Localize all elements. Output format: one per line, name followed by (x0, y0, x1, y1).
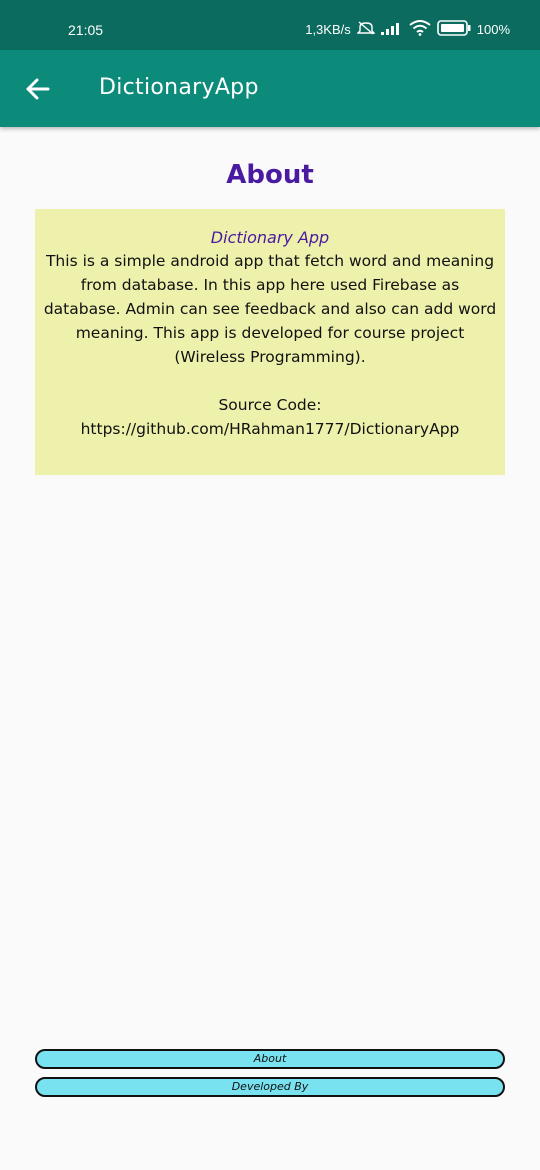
card-title: Dictionary App (210, 228, 330, 247)
arrow-left-icon (26, 78, 50, 100)
app-bar: DictionaryApp (0, 50, 540, 127)
wifi-icon (409, 20, 431, 39)
source-code-link[interactable]: https://github.com/HRahman1777/Dictionar… (35, 417, 505, 441)
battery-level: 100% (476, 22, 510, 37)
card-description: This is a simple android app that fetch … (43, 252, 497, 366)
back-button[interactable] (22, 74, 54, 104)
developed-by-button[interactable]: Developed By (35, 1077, 505, 1097)
status-time: 21:05 (68, 22, 104, 38)
page-title: About (226, 160, 314, 190)
net-speed: 1,3KB/s (305, 22, 351, 37)
battery-icon (436, 20, 471, 39)
mute-icon (356, 21, 376, 38)
about-button[interactable]: About (35, 1049, 505, 1069)
signal-icon (380, 21, 403, 38)
app-title: DictionaryApp (99, 75, 259, 100)
status-indicators: 1,3KB/s 100% (305, 20, 510, 39)
status-bar: 21:05 1,3KB/s 100% (0, 0, 540, 50)
about-card: Dictionary App This is a simple android … (35, 209, 505, 475)
source-code-label: Source Code: (218, 396, 322, 414)
